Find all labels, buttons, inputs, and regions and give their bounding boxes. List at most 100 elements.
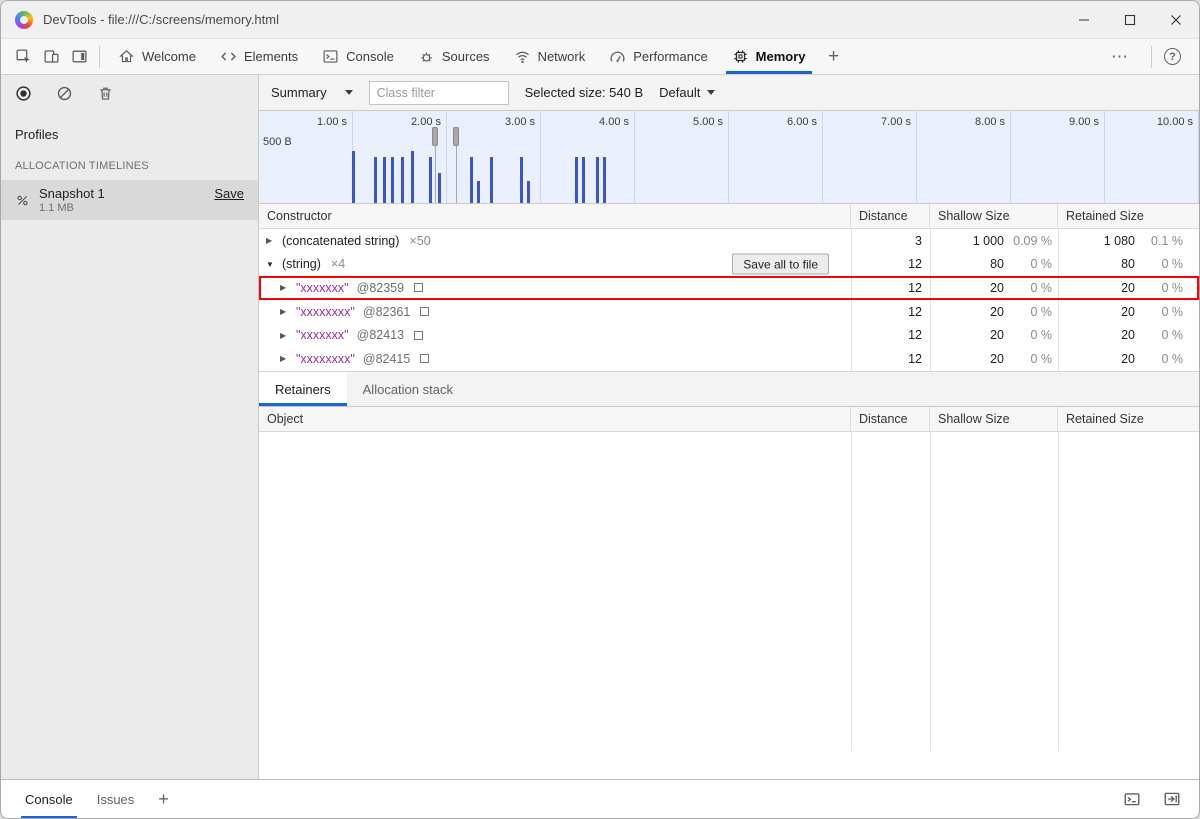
sources-icon [418, 48, 435, 65]
timeline-gridline [822, 111, 823, 203]
timeline-gridline [1104, 111, 1105, 203]
column-header-constructor[interactable]: Constructor [259, 204, 851, 228]
tab-sources[interactable]: Sources [406, 39, 502, 74]
instance-count: ×4 [331, 257, 345, 271]
heap-row[interactable]: ▶(concatenated string)×5031 0000.09 %1 0… [259, 229, 1199, 253]
drawer-tab-issues[interactable]: Issues [85, 780, 147, 818]
column-header-retained-size[interactable]: Retained Size [1058, 407, 1199, 431]
disclosure-collapsed-icon[interactable]: ▶ [280, 283, 291, 292]
snapshot-save-link[interactable]: Save [214, 186, 244, 201]
tab-memory[interactable]: Memory [720, 39, 818, 74]
object-id: @82415 [363, 352, 410, 366]
shallow-size-cell: 1 0000.09 % [930, 229, 1058, 253]
help-button[interactable]: ? [1164, 48, 1181, 65]
timeline-gridline [446, 111, 447, 203]
timeline-time-label: 4.00 s [569, 116, 629, 128]
tab-performance[interactable]: Performance [597, 39, 719, 74]
tab-retainers[interactable]: Retainers [259, 372, 347, 406]
class-filter-input[interactable] [369, 81, 509, 105]
tab-label: Console [346, 49, 394, 64]
titlebar: DevTools - file:///C:/screens/memory.htm… [1, 1, 1199, 39]
tab-allocation-stack[interactable]: Allocation stack [347, 372, 469, 406]
expand-quick-view-button[interactable] [1163, 790, 1181, 808]
tab-label: Network [538, 49, 586, 64]
snapshot-item[interactable]: Snapshot 1 Save 1.1 MB [1, 180, 258, 220]
device-toolbar-button[interactable] [37, 43, 65, 71]
record-allocation-button[interactable] [15, 85, 32, 102]
tab-label: Elements [244, 49, 298, 64]
disclosure-collapsed-icon[interactable]: ▶ [280, 307, 291, 316]
timeline-time-label: 10.00 s [1133, 116, 1193, 128]
heap-row[interactable]: ▶"xxxxxxx"@8235912200 %200 % [259, 276, 1199, 300]
shallow-size-cell: 200 % [930, 323, 1058, 347]
disclosure-expanded-icon[interactable]: ▼ [266, 260, 277, 269]
clear-profiles-button[interactable] [56, 85, 73, 102]
tab-welcome[interactable]: Welcome [106, 39, 208, 74]
column-header-shallow-size[interactable]: Shallow Size [930, 407, 1058, 431]
distance-cell: 3 [851, 229, 930, 253]
tab-label: Sources [442, 49, 490, 64]
save-all-to-file-button[interactable]: Save all to file [732, 254, 829, 275]
distance-cell: 12 [851, 347, 930, 371]
timeline-gridline [634, 111, 635, 203]
retained-value: 20 [1058, 352, 1135, 366]
disclosure-collapsed-icon[interactable]: ▶ [280, 354, 291, 363]
console-sidebar-button[interactable] [1123, 790, 1141, 808]
maximize-button[interactable] [1107, 1, 1153, 38]
column-header-retained-size[interactable]: Retained Size [1058, 204, 1199, 228]
more-tools-button[interactable]: + [146, 789, 181, 810]
perspective-select[interactable]: Summary [271, 85, 353, 100]
tab-label: Welcome [142, 49, 196, 64]
drawer-tab-console[interactable]: Console [13, 780, 85, 818]
column-header-distance[interactable]: Distance [851, 204, 930, 228]
selection-grip-left[interactable] [432, 127, 438, 146]
retained-percent: 0 % [1135, 352, 1183, 366]
tab-label: Memory [756, 49, 806, 64]
heap-row[interactable]: ▶"xxxxxxxx"@8236112200 %200 % [259, 300, 1199, 324]
object-id: @82361 [363, 305, 410, 319]
retained-value: 20 [1058, 281, 1135, 295]
row-name: (concatenated string) [282, 234, 399, 248]
tab-elements[interactable]: Elements [208, 39, 310, 74]
tab-console[interactable]: Console [310, 39, 406, 74]
retained-percent: 0.1 % [1135, 234, 1183, 248]
object-preview-icon[interactable] [414, 283, 423, 292]
allocation-bar [470, 157, 473, 203]
retained-percent: 0 % [1135, 281, 1183, 295]
disclosure-collapsed-icon[interactable]: ▶ [266, 236, 277, 245]
snapshot-size: 1.1 MB [39, 202, 244, 214]
column-header-distance[interactable]: Distance [851, 407, 930, 431]
inspect-element-button[interactable] [9, 43, 37, 71]
object-preview-icon[interactable] [420, 307, 429, 316]
timeline-time-label: 5.00 s [663, 116, 723, 128]
tab-network[interactable]: Network [502, 39, 598, 74]
selection-grip-right[interactable] [453, 127, 459, 146]
timeline-time-label: 8.00 s [945, 116, 1005, 128]
heap-row[interactable]: ▼(string)×4Save all to file12800 %800 % [259, 253, 1199, 277]
retained-size-cell: 800 % [1058, 253, 1199, 277]
column-header-object[interactable]: Object [259, 407, 851, 431]
heap-row[interactable]: ▶"xxxxxxx"@8241312200 %200 % [259, 323, 1199, 347]
allocation-bar [596, 157, 599, 203]
minimize-button[interactable] [1061, 1, 1107, 38]
retained-value: 80 [1058, 257, 1135, 271]
timeline-time-label: 1.00 s [287, 116, 347, 128]
column-header-shallow-size[interactable]: Shallow Size [930, 204, 1058, 228]
scope-select[interactable]: Default [659, 85, 715, 100]
close-button[interactable] [1153, 1, 1199, 38]
object-preview-icon[interactable] [414, 331, 423, 340]
customize-devtools-button[interactable]: ⋯ [1101, 47, 1139, 67]
dock-panel-button[interactable] [65, 43, 93, 71]
tab-label: Performance [633, 49, 707, 64]
constructor-cell: ▶"xxxxxxx"@82359 [259, 276, 851, 300]
row-name: "xxxxxxx" [296, 328, 349, 342]
object-preview-icon[interactable] [420, 354, 429, 363]
console-sidebar-icon [1123, 790, 1141, 808]
allocation-timeline-overview[interactable]: 500 B 1.00 s2.00 s3.00 s4.00 s5.00 s6.00… [259, 111, 1199, 204]
home-icon [118, 48, 135, 65]
heap-row[interactable]: ▶"xxxxxxxx"@8241512200 %200 % [259, 347, 1199, 371]
delete-profile-button[interactable] [97, 85, 114, 102]
more-tabs-button[interactable]: + [818, 39, 850, 74]
distance-cell: 12 [851, 276, 930, 300]
disclosure-collapsed-icon[interactable]: ▶ [280, 331, 291, 340]
